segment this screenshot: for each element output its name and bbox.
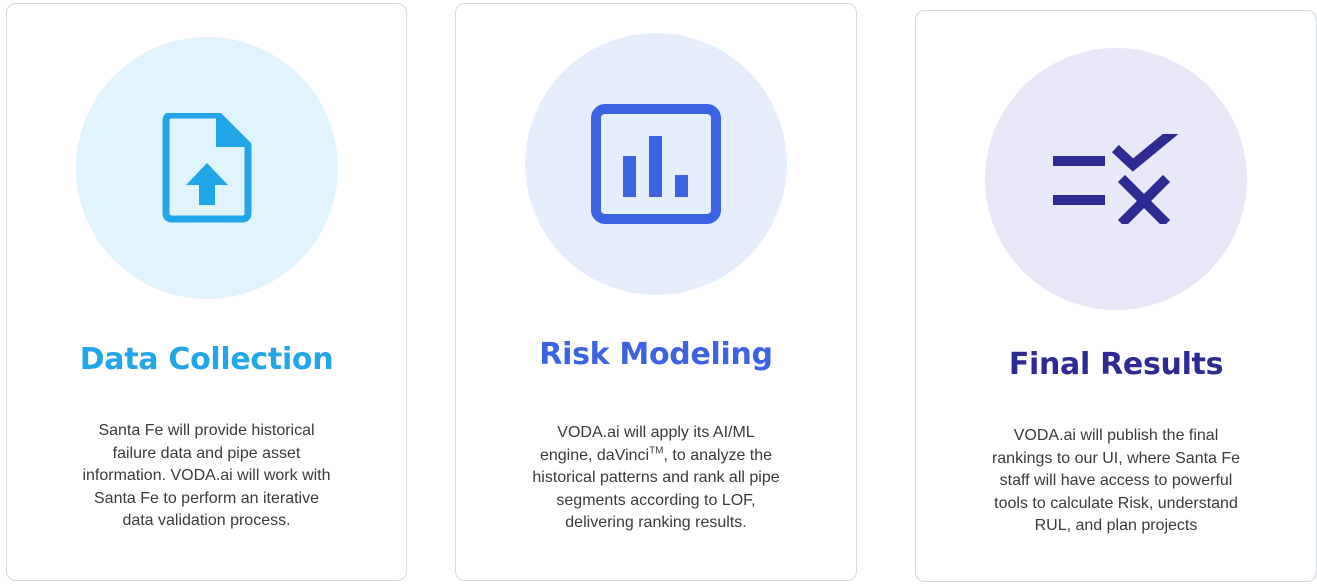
card-title: Risk Modeling	[539, 337, 773, 372]
file-upload-icon	[162, 113, 251, 223]
card-description: Santa Fe will provide historical failure…	[82, 422, 331, 529]
icon-circle	[985, 48, 1247, 310]
card-risk-modeling: Risk Modeling VODA.ai will apply its AI/…	[455, 3, 857, 581]
checklist-icon	[1053, 134, 1179, 224]
bar-chart-icon	[591, 104, 721, 224]
card-title: Data Collection	[79, 342, 334, 377]
card-description: VODA.ai will publish the final rankings …	[991, 427, 1241, 534]
card-final-results: Final Results VODA.ai will publish the f…	[915, 10, 1317, 582]
card-title: Final Results	[1008, 347, 1224, 382]
card-data-collection: Data Collection Santa Fe will provide hi…	[6, 3, 407, 581]
card-description: VODA.ai will apply its AI/ML engine, daV…	[532, 424, 780, 531]
icon-circle	[75, 37, 338, 299]
icon-circle	[525, 33, 787, 295]
